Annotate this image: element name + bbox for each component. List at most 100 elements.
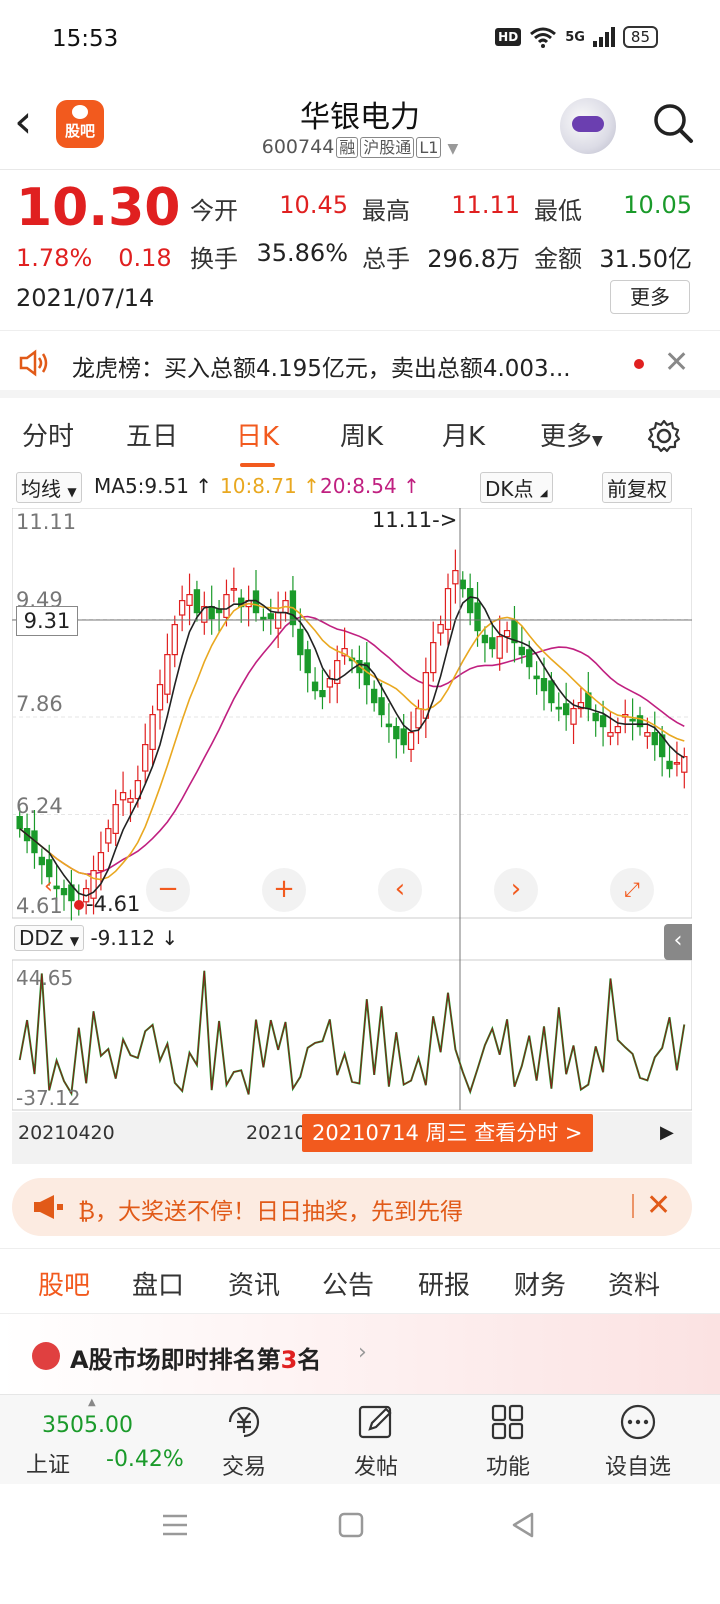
adjust-selector[interactable]: 前复权 <box>602 472 672 503</box>
zoom-in-button[interactable]: + <box>262 868 306 912</box>
quote-volume: 总手 296.8万 <box>362 239 534 274</box>
candle-body <box>540 678 548 692</box>
candle-body <box>673 762 681 765</box>
index-value[interactable]: 3505.00 <box>42 1413 133 1438</box>
candle-body <box>444 587 452 630</box>
candle-body <box>562 703 570 716</box>
candle-body <box>599 715 607 728</box>
tab-orderbook[interactable]: 盘口 <box>132 1265 184 1302</box>
play-icon[interactable]: ▶ <box>660 1122 674 1143</box>
tab-more[interactable]: 更多▼ <box>540 416 603 453</box>
indicator-name: DDZ <box>19 926 64 950</box>
candle-body <box>629 718 636 722</box>
close-icon[interactable]: ✕ <box>646 1188 671 1223</box>
candle-body <box>171 623 178 656</box>
candle-body <box>208 605 215 620</box>
assistant-robot-icon[interactable] <box>560 98 616 154</box>
price-panel-frame <box>12 508 692 919</box>
kline-chart[interactable] <box>12 508 692 1112</box>
caret-down-icon: ▼ <box>592 433 603 449</box>
back-triangle-icon[interactable] <box>508 1510 538 1540</box>
date-start: 20210420 <box>18 1122 115 1144</box>
corner-icon: ◢ <box>539 488 548 499</box>
index-change[interactable]: -0.42% <box>106 1447 184 1472</box>
indicator-selector[interactable]: DDZ ▼ <box>14 925 85 951</box>
more-quote-button[interactable]: 更多 <box>610 280 690 314</box>
promo-banner[interactable]: ₿，大奖送不停！日日抽奖，先到先得 ✕ <box>12 1178 692 1236</box>
indicator-tick: 44.65 <box>16 966 74 990</box>
tab-guba[interactable]: 股吧 <box>38 1265 91 1318</box>
candle-body <box>267 613 274 620</box>
quote-amount: 金额 31.50亿 <box>534 239 706 274</box>
tab-monthly-k[interactable]: 月K <box>442 416 485 453</box>
caret-down-icon: ▼ <box>67 485 77 499</box>
system-nav-bar <box>0 1484 720 1604</box>
quote-open: 今开 10.45 <box>190 191 362 226</box>
candle-body <box>555 706 562 710</box>
candle-body <box>533 675 540 680</box>
price-change: 1.78% 0.18 <box>16 244 198 272</box>
market-rank-banner[interactable]: A股市场即时排名第3名 › <box>0 1314 720 1394</box>
tab-profile[interactable]: 资料 <box>608 1265 660 1302</box>
ma10-text: 10:8.71 <box>220 474 297 498</box>
quote-grid: 今开 10.45 最高 11.11 最低 10.05 换手 35.86% 总手 296.8… <box>190 184 710 280</box>
quote-label: 最低 <box>534 196 582 225</box>
quote-row: 换手 35.86% 总手 296.8万 金额 31.50亿 <box>190 232 710 280</box>
candle-body <box>223 593 230 618</box>
y-tick: 6.24 <box>16 794 63 818</box>
candle-body <box>97 852 105 872</box>
nav-label: 发帖 <box>353 1455 398 1480</box>
quote-label: 总手 <box>362 244 410 273</box>
tab-news[interactable]: 资讯 <box>228 1265 280 1302</box>
nav-add-watchlist[interactable]: 设自选 <box>598 1403 678 1481</box>
candle-body <box>592 712 599 722</box>
zoom-out-button[interactable]: − <box>146 868 190 912</box>
close-icon[interactable]: ✕ <box>664 345 689 380</box>
stock-code: 600744 <box>261 136 335 158</box>
tab-announcements[interactable]: 公告 <box>322 1265 374 1302</box>
candle-body <box>260 616 267 620</box>
candle-body <box>38 856 46 866</box>
candle-body <box>459 579 466 590</box>
tab-daily-k[interactable]: 日K <box>236 416 279 467</box>
tab-five-day[interactable]: 五日 <box>126 416 178 453</box>
candle-body <box>378 697 385 716</box>
collapse-panel-button[interactable]: ‹ <box>664 924 692 960</box>
scroll-left-button[interactable]: ‹ <box>378 868 422 912</box>
quote-high: 最高 11.11 <box>362 191 534 226</box>
date-mid: 20210 <box>246 1122 307 1144</box>
promo-divider <box>632 1194 634 1218</box>
tag-hk-connect: 沪股通 <box>360 137 415 158</box>
nav-label: 设自选 <box>604 1455 671 1480</box>
candle-body <box>16 816 23 830</box>
kline-tabs: 分时 五日 日K 周K 月K 更多▼ <box>0 406 720 467</box>
candle-body <box>156 684 164 711</box>
candle-body <box>503 629 511 638</box>
candle-body <box>400 728 407 746</box>
gear-icon[interactable] <box>646 418 682 454</box>
tab-intraday[interactable]: 分时 <box>22 416 74 453</box>
y-tick: 11.11 <box>16 510 77 534</box>
dk-selector[interactable]: DK点 ◢ <box>480 472 553 503</box>
ma-selector[interactable]: 均线 ▼ <box>16 472 82 503</box>
battery-indicator: 85 <box>622 26 658 48</box>
nav-trade[interactable]: 交易 <box>204 1403 284 1481</box>
tab-weekly-k[interactable]: 周K <box>340 416 383 453</box>
candle-body <box>570 708 577 725</box>
status-icons: HD 5G 85 <box>495 26 658 48</box>
candle-body <box>481 634 489 644</box>
search-icon[interactable] <box>652 102 694 144</box>
index-name[interactable]: 上证 <box>26 1447 70 1479</box>
quote-turnover: 换手 35.86% <box>190 239 362 274</box>
dragon-tiger-notice[interactable]: 龙虎榜：买入总额4.195亿元，卖出总额4.003... ✕ <box>0 330 720 398</box>
nav-functions[interactable]: 功能 <box>468 1403 548 1481</box>
dk-label: DK点 <box>485 477 534 501</box>
home-icon[interactable] <box>336 1510 366 1540</box>
menu-icon[interactable] <box>160 1510 190 1540</box>
view-intraday-button[interactable]: 20210714 周三 查看分时 > <box>302 1114 593 1152</box>
tab-financials[interactable]: 财务 <box>514 1265 566 1302</box>
tab-research[interactable]: 研报 <box>418 1265 470 1302</box>
nav-post[interactable]: 发帖 <box>336 1403 416 1481</box>
fullscreen-button[interactable]: ⤢ <box>610 868 654 912</box>
scroll-right-button[interactable]: › <box>494 868 538 912</box>
